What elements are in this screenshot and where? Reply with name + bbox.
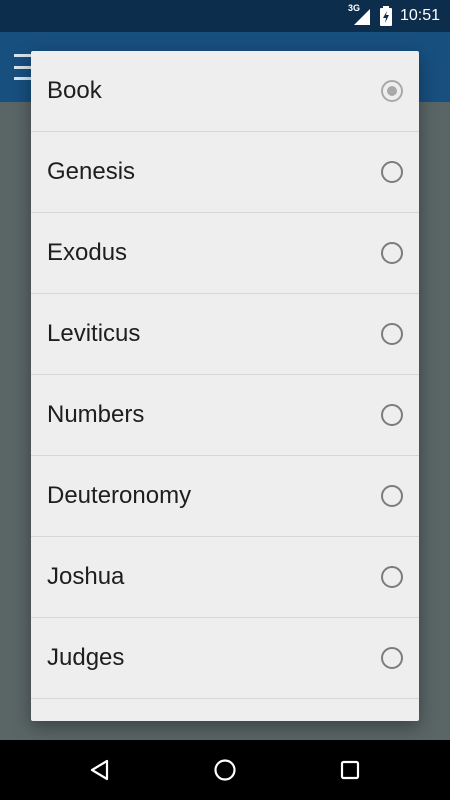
option-exodus[interactable]: Exodus (31, 213, 419, 294)
radio-unselected-icon[interactable] (381, 242, 403, 264)
option-label: Judges (47, 644, 125, 671)
status-bar: 3G 10:51 (0, 0, 450, 32)
radio-unselected-icon[interactable] (381, 161, 403, 183)
option-book[interactable]: Book (31, 51, 419, 132)
status-icons: 3G 10:51 (347, 0, 440, 32)
radio-selected-icon[interactable] (381, 80, 403, 102)
option-label: Numbers (47, 401, 145, 428)
book-select-dialog: Book Genesis Exodus Leviticus Numbers De… (31, 51, 419, 721)
network-type-label: 3G (347, 3, 360, 13)
option-judges[interactable]: Judges (31, 618, 419, 699)
radio-unselected-icon[interactable] (381, 404, 403, 426)
navigation-bar (0, 740, 450, 800)
option-numbers[interactable]: Numbers (31, 375, 419, 456)
option-label: Deuteronomy (47, 482, 192, 509)
option-deuteronomy[interactable]: Deuteronomy (31, 456, 419, 537)
radio-unselected-icon[interactable] (381, 647, 403, 669)
option-label: Joshua (47, 563, 125, 590)
option-label: Genesis (47, 158, 136, 185)
radio-unselected-icon[interactable] (381, 485, 403, 507)
status-time: 10:51 (399, 7, 440, 24)
back-triangle-icon[interactable] (84, 754, 116, 786)
option-label: Book (47, 77, 102, 104)
signal-3g-icon: 3G (347, 3, 372, 26)
recents-square-icon[interactable] (334, 754, 366, 786)
radio-unselected-icon[interactable] (381, 566, 403, 588)
home-circle-icon[interactable] (209, 754, 241, 786)
option-leviticus[interactable]: Leviticus (31, 294, 419, 375)
battery-charging-icon (379, 6, 392, 26)
option-joshua[interactable]: Joshua (31, 537, 419, 618)
radio-unselected-icon[interactable] (381, 323, 403, 345)
option-label: Leviticus (47, 320, 141, 347)
option-label: Exodus (47, 239, 128, 266)
option-genesis[interactable]: Genesis (31, 132, 419, 213)
